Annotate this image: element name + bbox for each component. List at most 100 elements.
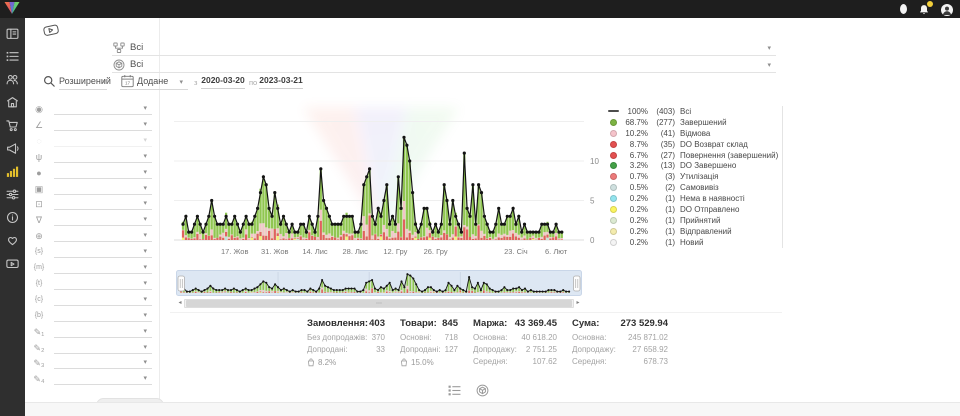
- filter-row-1[interactable]: ◉▾: [25, 102, 160, 116]
- video-tag-icon[interactable]: [42, 23, 60, 42]
- nav-settings-icon[interactable]: [6, 188, 19, 201]
- scrollbar-track[interactable]: ⋯: [184, 299, 574, 308]
- filter-input[interactable]: [54, 245, 152, 258]
- nav-video-icon[interactable]: [6, 257, 19, 270]
- filter-row-12[interactable]: {t}▾: [25, 277, 160, 291]
- legend-swatch: [610, 119, 617, 126]
- filter-input[interactable]: [54, 213, 152, 226]
- legend-swatch: [610, 141, 617, 148]
- nav-info-icon[interactable]: [6, 211, 19, 224]
- notifications-bell-icon[interactable]: [918, 3, 930, 16]
- stat-sub-value: 370: [372, 333, 385, 342]
- chart-navigator[interactable]: [176, 270, 582, 297]
- legend-item[interactable]: 3.2%(13)DO Завершено: [607, 160, 782, 171]
- date-field-select[interactable]: 17 Додане ▾: [120, 74, 188, 90]
- legend-item[interactable]: 0.2%(1)Відправлений: [607, 226, 782, 237]
- nav-dashboard-icon[interactable]: [6, 27, 19, 40]
- legend-item[interactable]: 0.2%(1)DO Отправлено: [607, 204, 782, 215]
- legend-item[interactable]: 68.7%(277)Завершений: [607, 117, 782, 128]
- scroll-left-icon[interactable]: ◂: [176, 299, 184, 308]
- filter-input[interactable]: [54, 182, 152, 195]
- filter-input[interactable]: [54, 102, 152, 115]
- filter-row-16[interactable]: ✎₂▾: [25, 341, 160, 355]
- navigator-handle-right[interactable]: [574, 276, 581, 291]
- legend-item[interactable]: 100%(403)Всі: [607, 106, 782, 117]
- filter-row-6[interactable]: ▣▾: [25, 182, 160, 196]
- nav-care-icon[interactable]: [6, 234, 19, 247]
- nav-store-icon[interactable]: [6, 96, 19, 109]
- filter-row-17[interactable]: ✎₃▾: [25, 356, 160, 370]
- product-filter-select[interactable]: Всі ▾: [112, 57, 776, 73]
- date-to-input[interactable]: 2023-03-21: [259, 73, 303, 89]
- scrollbar-thumb[interactable]: ⋯: [186, 300, 572, 307]
- filter-row-8[interactable]: ∇▾: [25, 213, 160, 227]
- nav-statistics-icon[interactable]: [6, 165, 19, 178]
- filter-row-13[interactable]: {c} ▾: [25, 293, 160, 307]
- legend-item[interactable]: 0.2%(1)Нема в наявності: [607, 193, 782, 204]
- stat-sub-label: Допродані:: [307, 345, 348, 354]
- filter-row-11[interactable]: {m}▾: [25, 261, 160, 275]
- legend-text: DO Завершено: [680, 161, 736, 170]
- search-mode-select[interactable]: Розширений ▾: [59, 74, 107, 90]
- legend-item[interactable]: 0.2%(1)Прийнятий: [607, 215, 782, 226]
- filter-input[interactable]: [54, 277, 152, 290]
- stat-sub-label: Середня:: [572, 357, 607, 366]
- legend-text: 0.2%: [620, 194, 648, 203]
- filter-input[interactable]: [54, 341, 152, 354]
- legend-text: Нема в наявності: [680, 194, 745, 203]
- filter-input[interactable]: [54, 229, 152, 242]
- legend-item[interactable]: 0.5%(2)Самовивіз: [607, 182, 782, 193]
- nav-marketing-icon[interactable]: [6, 142, 19, 155]
- orders-timeline-chart[interactable]: 051017. Жов31. Жов14. Лис28. Лис12. Гру2…: [170, 96, 600, 262]
- scroll-right-icon[interactable]: ▸: [574, 299, 582, 308]
- custom-field-3-icon: ✎₃: [32, 356, 46, 370]
- chart-legend: 100%(403)Всі68.7%(277)Завершений10.2%(41…: [607, 106, 783, 248]
- field-t-icon: {t}: [32, 277, 46, 291]
- filter-row-15[interactable]: ✎₁▾: [25, 325, 160, 339]
- legend-item[interactable]: 8.7%(35)DO Возврат склад: [607, 139, 782, 150]
- legend-item[interactable]: 0.2%(1)Новий: [607, 237, 782, 248]
- status-group-select[interactable]: Всі ▾: [112, 40, 776, 56]
- legend-item[interactable]: 10.2%(41)Відмова: [607, 128, 782, 139]
- filter-row-5[interactable]: ●▾: [25, 166, 160, 180]
- filter-row-14[interactable]: {b}▾: [25, 309, 160, 323]
- stat-column: Замовлення:403Без допродажів:370Допродан…: [307, 318, 385, 369]
- filter-row-10[interactable]: {s}▾: [25, 245, 160, 259]
- filter-input[interactable]: [54, 118, 152, 131]
- filter-row-3[interactable]: ◌▾: [25, 134, 160, 148]
- nav-cart-icon[interactable]: [6, 119, 19, 132]
- filter-input[interactable]: [54, 134, 152, 147]
- filter-input[interactable]: [54, 325, 152, 338]
- custom-field-1-icon: ✎₁: [32, 325, 46, 339]
- list-view-icon[interactable]: [448, 384, 461, 397]
- filter-input[interactable]: [54, 166, 152, 179]
- legend-item[interactable]: 6.7%(27)Повернення (завершений): [607, 150, 782, 161]
- legend-item[interactable]: 0.7%(3)Утилізація: [607, 171, 782, 182]
- products-view-icon[interactable]: [476, 384, 489, 397]
- filter-row-18[interactable]: ✎₄▾: [25, 372, 160, 386]
- chevron-down-icon: ▾: [143, 295, 147, 303]
- filter-row-9[interactable]: ⊕▾: [25, 229, 160, 243]
- nav-orders-icon[interactable]: [6, 50, 19, 63]
- filter-input[interactable]: [54, 293, 152, 306]
- filter-input[interactable]: [54, 372, 152, 385]
- filter-input[interactable]: [54, 150, 152, 163]
- filter-input[interactable]: [54, 197, 152, 210]
- filter-row-4[interactable]: ψ▾: [25, 150, 160, 164]
- filter-row-2[interactable]: ∠▾: [25, 118, 160, 132]
- brand-triangle-logo[interactable]: [4, 1, 20, 16]
- search-icon[interactable]: [43, 75, 56, 93]
- avatar[interactable]: [941, 3, 953, 15]
- date-from-input[interactable]: 2020-03-20: [201, 73, 245, 89]
- svg-text:31. Жов: 31. Жов: [261, 247, 289, 256]
- nav-customers-icon[interactable]: [6, 73, 19, 86]
- filter-row-7[interactable]: ⊡▾: [25, 197, 160, 211]
- user-icon[interactable]: [900, 4, 907, 14]
- filter-input[interactable]: [54, 356, 152, 369]
- field-c-icon: {c}: [32, 293, 46, 307]
- stat-value: 43 369.45: [515, 318, 557, 329]
- filter-input[interactable]: [54, 261, 152, 274]
- filter-input[interactable]: [54, 309, 152, 322]
- navigator-handle-left[interactable]: [178, 276, 185, 291]
- stat-sub-value: 33: [376, 345, 385, 354]
